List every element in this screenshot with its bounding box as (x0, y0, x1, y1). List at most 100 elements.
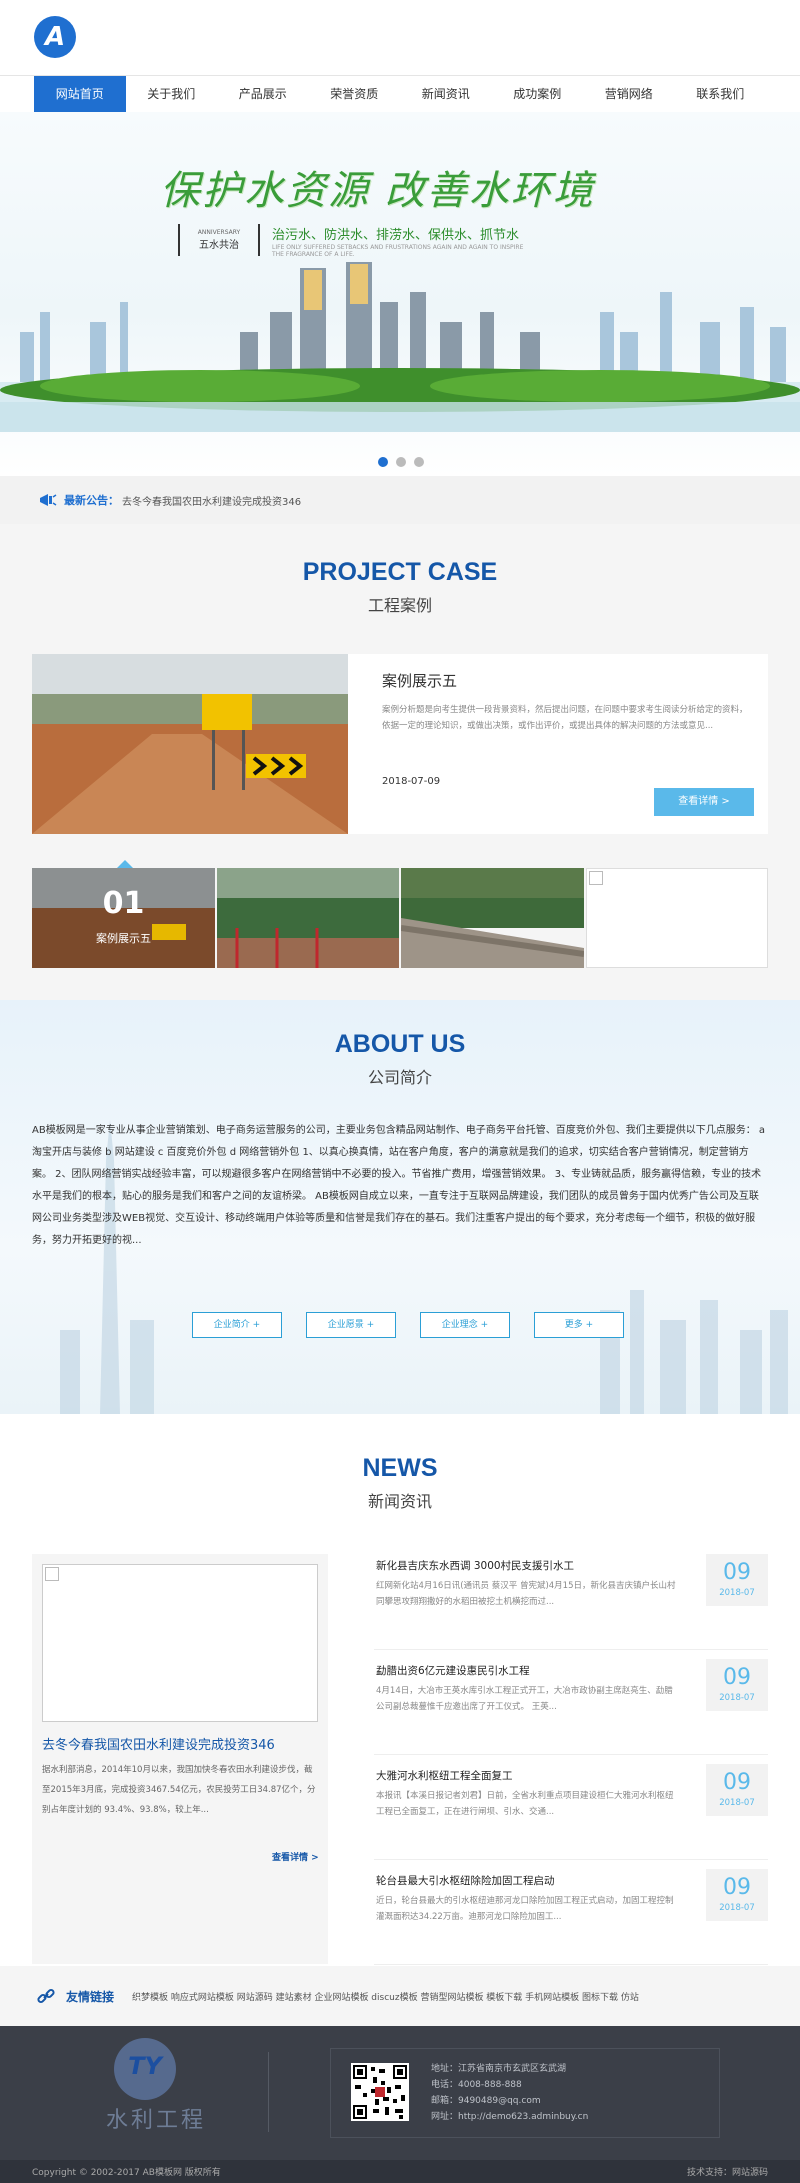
project-title-en: PROJECT CASE (302, 558, 498, 586)
friend-links-label: 友情链接 (66, 1990, 115, 2004)
anniversary-small: ANNIVERSARY (197, 229, 241, 236)
thumb-label: 案例展示五 (96, 932, 151, 945)
news-item[interactable]: 大雅河水利枢纽工程全面复工 本报讯【本溪日报记者刘君】日前，全省水利重点项目建设… (374, 1760, 768, 1860)
case-image[interactable] (32, 654, 348, 834)
news-item-month: 2018-07 (719, 1798, 755, 1808)
nav-item-contact[interactable]: 联系我们 (675, 76, 767, 112)
news-item[interactable]: 新化县吉庆东水西调 3000村民支援引水工 红网新化站4月16日讯(通讯员 蔡汉… (374, 1550, 768, 1650)
footer-logo-letters: TY (128, 2052, 162, 2080)
featured-news: 去冬今春我国农田水利建设完成投资346 据水利部消息，2014年10月以来，我国… (32, 1554, 328, 1964)
copyright-text: Copyright © 2002-2017 AB模板网 版权所有 (32, 2168, 221, 2178)
footer-logo-text: 水利工程 (105, 2108, 206, 2133)
logo-letter: A (44, 22, 66, 52)
news-item-day: 09 (723, 1665, 751, 1690)
about-section: ABOUT US 公司简介 AB模板网是一家专业从事企业营销策划、电子商务运营服… (0, 1000, 800, 1414)
friend-links: 友情链接 织梦模板 响应式网站模板 网站源码 建站素材 企业网站模板 discu… (0, 1966, 800, 2026)
notice-label: 最新公告： (64, 494, 119, 507)
broken-image-icon (588, 871, 603, 885)
news-item-month: 2018-07 (719, 1903, 755, 1913)
anniversary-badge: ANNIVERSARY 五水共治 (178, 224, 260, 256)
news-item-month: 2018-07 (719, 1588, 755, 1598)
news-item-date: 09 2018-07 (706, 1869, 768, 1921)
site-logo[interactable]: A (34, 16, 76, 58)
news-item-title[interactable]: 勐腊出资6亿元建设惠民引水工程 (376, 1663, 530, 1678)
site-header: A (0, 0, 800, 76)
case-thumb-1[interactable]: 01 案例展示五 (32, 868, 215, 968)
copyright-bar: Copyright © 2002-2017 AB模板网 版权所有 技术支持：网站… (0, 2160, 800, 2183)
nav-item-news[interactable]: 新闻资讯 (400, 76, 492, 112)
nav-item-honors[interactable]: 荣誉资质 (309, 76, 401, 112)
nav-item-network[interactable]: 营销网络 (583, 76, 675, 112)
project-section: PROJECT CASE 工程案例 案例展示五 案例分析题是向考生提供一段背景资… (0, 524, 800, 1000)
footer-email[interactable]: 邮箱：9490489@qq.com (431, 2093, 588, 2109)
news-item-desc: 4月14日，大冶市王英水库引水工程正式开工，大冶市政协副主席赵亮生、勐腊公司副总… (376, 1686, 673, 1712)
case-thumb-3[interactable] (401, 868, 584, 968)
notice-bar: 最新公告： 去冬今春我国农田水利建设完成投资346 (0, 476, 800, 524)
page: A 网站首页 关于我们 产品展示 荣誉资质 新闻资讯 成功案例 营销网络 联系我… (0, 0, 800, 2183)
news-item-desc: 本报讯【本溪日报记者刘君】日前，全省水利重点项目建设桓仁大雅河水利枢纽工程已全面… (376, 1791, 674, 1817)
nav-item-cases[interactable]: 成功案例 (492, 76, 584, 112)
case-title[interactable]: 案例展示五 (382, 670, 457, 691)
news-item-title[interactable]: 大雅河水利枢纽工程全面复工 (376, 1768, 513, 1783)
featured-news-image[interactable] (42, 1564, 318, 1722)
news-item-day: 09 (723, 1875, 751, 1900)
featured-news-title[interactable]: 去冬今春我国农田水利建设完成投资346 (42, 1734, 275, 1753)
news-item-date: 09 2018-07 (706, 1554, 768, 1606)
footer-phone: 电话：4008-888-888 (431, 2080, 522, 2090)
news-title-cn: 新闻资讯 (367, 1492, 432, 1511)
case-thumbnails: 01 案例展示五 (32, 868, 768, 968)
about-vision-button[interactable]: 企业愿景 + (306, 1312, 396, 1338)
news-item-date: 09 2018-07 (706, 1764, 768, 1816)
notice-text[interactable]: 去冬今春我国农田水利建设完成投资346 (122, 493, 301, 508)
footer-divider (268, 2052, 269, 2132)
qr-code-image (351, 2063, 409, 2121)
news-item-desc: 红网新化站4月16日讯(通讯员 蔡汉平 曾宪斌)4月15日，新化县吉庆镇户长山村… (376, 1581, 676, 1607)
project-title-cn: 工程案例 (367, 596, 432, 615)
footer-contact-info: 地址：江苏省南京市玄武区玄武湖 电话：4008-888-888 邮箱：94904… (431, 2061, 588, 2125)
news-title-en: NEWS (362, 1454, 438, 1482)
news-item-title[interactable]: 新化县吉庆东水西调 3000村民支援引水工 (376, 1558, 574, 1573)
case-description: 案例分析题是向考生提供一段背景资料，然后提出问题，在问题中要求考生阅读分析给定的… (382, 705, 748, 731)
nav-item-products[interactable]: 产品展示 (217, 76, 309, 112)
news-item-day: 09 (723, 1560, 751, 1585)
nav-item-home[interactable]: 网站首页 (34, 76, 126, 112)
news-item[interactable]: 勐腊出资6亿元建设惠民引水工程 4月14日，大冶市王英水库引水工程正式开工，大冶… (374, 1655, 768, 1755)
banner-subtitle: 治污水、防洪水、排涝水、保供水、抓节水 (272, 228, 520, 243)
hero-banner[interactable]: 保护水资源 改善水环境 ANNIVERSARY 五水共治 治污水、防洪水、排涝水… (0, 112, 800, 476)
news-item-date: 09 2018-07 (706, 1659, 768, 1711)
main-nav: 网站首页 关于我们 产品展示 荣誉资质 新闻资讯 成功案例 营销网络 联系我们 (34, 76, 766, 112)
slider-dots (378, 457, 424, 467)
news-item-day: 09 (723, 1770, 751, 1795)
friend-links-list[interactable]: 织梦模板 响应式网站模板 网站源码 建站素材 企业网站模板 discuz模板 营… (132, 1990, 639, 2003)
megaphone-icon (40, 494, 57, 506)
about-intro-button[interactable]: 企业简介 + (192, 1312, 282, 1338)
about-philosophy-button[interactable]: 企业理念 + (420, 1312, 510, 1338)
news-item[interactable]: 轮台县最大引水枢纽除险加固工程启动 近日，轮台县最大的引水枢纽迪那河龙口除险加固… (374, 1865, 768, 1965)
news-section: NEWS 新闻资讯 去冬今春我国农田水利建设完成投资346 据水利部消息，201… (0, 1414, 800, 1966)
news-item-title[interactable]: 轮台县最大引水枢纽除险加固工程启动 (376, 1873, 555, 1888)
nav-item-about[interactable]: 关于我们 (126, 76, 218, 112)
thumb-number: 01 (102, 886, 145, 921)
banner-tagline: LIFE ONLY SUFFERED SETBACKS AND FRUSTRAT… (272, 244, 524, 258)
case-thumb-4[interactable] (585, 868, 768, 968)
news-item-desc: 近日，轮台县最大的引水枢纽迪那河龙口除险加固工程正式启动，加固工程控制灌溉面积达… (376, 1896, 674, 1922)
slider-dot-2[interactable] (396, 457, 406, 467)
case-details-button[interactable]: 查看详情 > (654, 788, 754, 816)
footer-logo: TY 水利工程 (96, 2038, 216, 2138)
link-icon (37, 1988, 55, 2004)
broken-image-icon (45, 1567, 59, 1581)
case-card[interactable]: 案例展示五 案例分析题是向考生提供一段背景资料，然后提出问题，在问题中要求考生阅… (32, 654, 768, 834)
case-date: 2018-07-09 (382, 776, 441, 787)
about-more-button[interactable]: 更多 + (534, 1312, 624, 1338)
footer-website[interactable]: 网址：http://demo623.adminbuy.cn (431, 2109, 588, 2125)
about-title-en: ABOUT US (334, 1030, 466, 1058)
case-thumb-2[interactable] (216, 868, 399, 968)
slider-dot-3[interactable] (414, 457, 424, 467)
about-title-cn: 公司简介 (367, 1068, 432, 1087)
news-item-month: 2018-07 (719, 1693, 755, 1703)
slider-dot-1[interactable] (378, 457, 388, 467)
tech-support-text[interactable]: 技术支持：网站源码 (687, 2165, 768, 2178)
about-buttons: 企业简介 + 企业愿景 + 企业理念 + 更多 + (192, 1312, 624, 1338)
featured-news-more-link[interactable]: 查看详情 > (272, 1850, 319, 1863)
footer-address: 地址：江苏省南京市玄武区玄武湖 (431, 2064, 567, 2074)
